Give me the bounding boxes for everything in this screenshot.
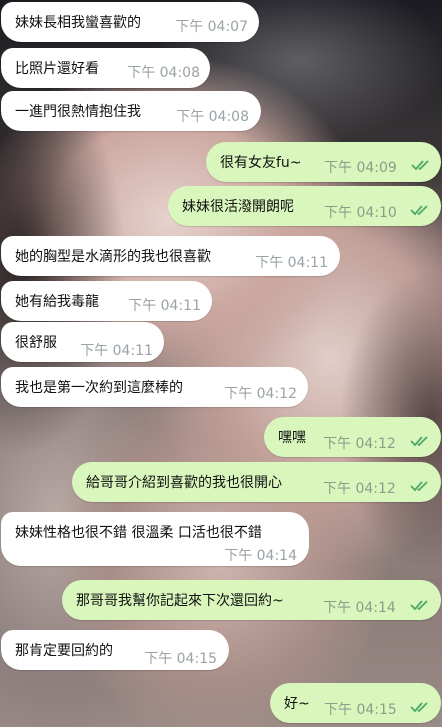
message-text: 比照片還好看: [15, 61, 99, 77]
message-time: 下午 04:11: [80, 343, 153, 359]
message-text: 妹妹性格也很不錯 很溫柔 口活也很不錯: [15, 525, 262, 541]
message-outgoing[interactable]: 好~ 下午 04:15: [270, 683, 441, 723]
message-outgoing[interactable]: 給哥哥介紹到喜歡的我也很開心 下午 04:12: [72, 462, 441, 502]
message-incoming[interactable]: 她有給我毒龍 下午 04:11: [1, 281, 212, 321]
message-outgoing[interactable]: 那哥哥我幫你記起來下次還回約~ 下午 04:14: [62, 580, 441, 620]
message-incoming[interactable]: 我也是第一次約到這麼棒的 下午 04:12: [1, 367, 308, 407]
double-check-icon: [410, 600, 428, 611]
message-time: 下午 04:11: [128, 298, 201, 314]
double-check-icon: [410, 481, 428, 492]
message-outgoing[interactable]: 妹妹很活潑開朗呢 下午 04:10: [168, 186, 441, 226]
message-time: 下午 04:08: [127, 65, 200, 81]
message-time: 下午 04:11: [255, 255, 328, 271]
message-time: 下午 04:09: [324, 160, 397, 176]
message-time: 下午 04:08: [176, 109, 249, 125]
message-incoming[interactable]: 很舒服 下午 04:11: [1, 322, 164, 362]
message-text: 好~: [284, 696, 310, 712]
message-incoming[interactable]: 她的胸型是水滴形的我也很喜歡 下午 04:11: [1, 236, 340, 276]
message-time: 下午 04:15: [324, 702, 397, 718]
message-time: 下午 04:12: [323, 481, 396, 497]
message-text: 她有給我毒龍: [15, 294, 99, 310]
message-text: 那肯定要回約的: [15, 643, 113, 659]
message-text: 一進門很熱情抱住我: [15, 104, 141, 120]
message-incoming[interactable]: 妹妹性格也很不錯 很溫柔 口活也很不錯 下午 04:14: [1, 512, 309, 566]
message-outgoing[interactable]: 嘿嘿 下午 04:12: [264, 417, 441, 457]
message-text: 給哥哥介紹到喜歡的我也很開心: [86, 475, 282, 491]
message-text: 妹妹長相我蠻喜歡的: [15, 15, 141, 31]
message-list[interactable]: 妹妹長相我蠻喜歡的 下午 04:07 比照片還好看 下午 04:08 一進門很熱…: [0, 0, 442, 727]
double-check-icon: [410, 436, 428, 447]
message-outgoing[interactable]: 很有女友fu~ 下午 04:09: [206, 142, 441, 182]
message-time: 下午 04:07: [175, 19, 248, 35]
message-text: 她的胸型是水滴形的我也很喜歡: [15, 249, 211, 265]
double-check-icon: [410, 205, 428, 216]
message-text: 我也是第一次約到這麼棒的: [15, 380, 183, 396]
message-text: 嘿嘿: [278, 430, 306, 446]
message-text: 很有女友fu~: [220, 155, 302, 171]
double-check-icon: [411, 160, 429, 171]
message-incoming[interactable]: 一進門很熱情抱住我 下午 04:08: [1, 91, 261, 131]
message-incoming[interactable]: 妹妹長相我蠻喜歡的 下午 04:07: [1, 2, 259, 42]
message-time: 下午 04:12: [323, 436, 396, 452]
message-text: 很舒服: [15, 335, 57, 351]
message-text: 妹妹很活潑開朗呢: [182, 199, 294, 215]
message-text: 那哥哥我幫你記起來下次還回約~: [76, 593, 284, 609]
double-check-icon: [410, 702, 428, 713]
message-time: 下午 04:15: [144, 651, 217, 667]
message-incoming[interactable]: 那肯定要回約的 下午 04:15: [1, 630, 229, 670]
message-time: 下午 04:14: [224, 548, 297, 564]
message-time: 下午 04:12: [224, 386, 297, 402]
message-time: 下午 04:14: [323, 600, 396, 616]
message-time: 下午 04:10: [324, 205, 397, 221]
message-incoming[interactable]: 比照片還好看 下午 04:08: [1, 48, 210, 88]
